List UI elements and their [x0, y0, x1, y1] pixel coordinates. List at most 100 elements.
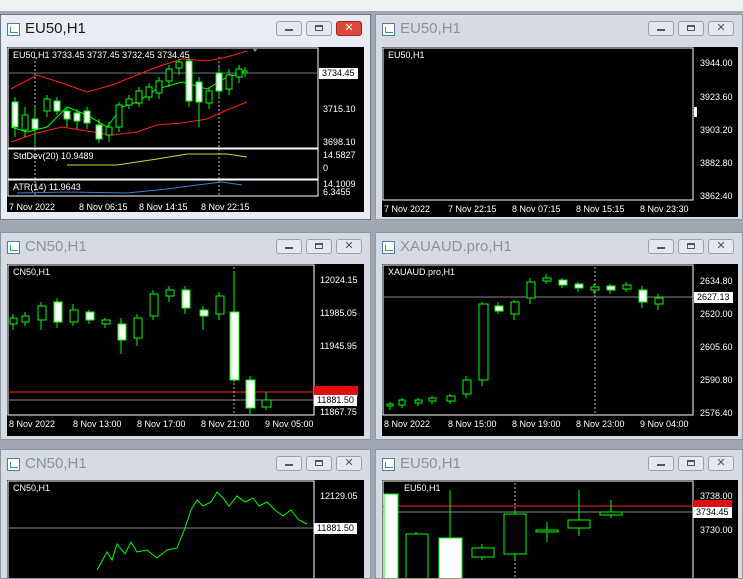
chart-window-eu50-3[interactable]: EU50,H1 ✕ EU50,H1 3738.00 0000.00 3734.4…: [375, 449, 743, 579]
window-titlebar[interactable]: XAUAUD.pro,H1 ✕: [376, 233, 742, 263]
price-label: 2634.80: [700, 276, 733, 286]
atr-label: ATR(14) 11.9643: [13, 182, 81, 192]
maximize-icon[interactable]: [678, 21, 704, 36]
chart-area[interactable]: XAUAUD.pro,H1 2634.80 2627.13 2620.00 26…: [382, 264, 738, 436]
price-label: 2620.00: [700, 309, 733, 319]
window-titlebar[interactable]: EU50,H1 ✕: [376, 15, 742, 45]
chart-window-icon: [382, 23, 395, 36]
close-icon[interactable]: ✕: [708, 21, 734, 36]
current-price-tag: 11881.50: [314, 395, 357, 406]
chart-area[interactable]: EU50,H1 3738.00 0000.00 3734.45 3730.00: [382, 480, 738, 578]
top-toolbar-strip: [0, 0, 743, 12]
close-icon[interactable]: ✕: [336, 239, 362, 254]
stddev-scale-min: 0: [323, 163, 329, 173]
chart-area[interactable]: EU50,H1 3733.45 3737.45 3732.45 3734.45 …: [7, 47, 364, 212]
price-label: 11945.95: [320, 341, 357, 351]
time-label: 8 Nov 17:00: [137, 419, 186, 429]
maximize-icon[interactable]: [306, 456, 332, 471]
price-label: 3698.10: [323, 137, 356, 147]
window-title: CN50,H1: [25, 238, 87, 255]
price-plot: [7, 480, 315, 578]
maximize-icon[interactable]: [306, 239, 332, 254]
chart-window-icon: [382, 458, 395, 471]
chart-window-xauaud[interactable]: XAUAUD.pro,H1 ✕ XAUAUD.pro,H1 2634.80 26…: [375, 232, 743, 440]
chart-area[interactable]: CN50,H1 12129.05 11881.50: [7, 480, 364, 578]
price-label: 3715.10: [323, 104, 356, 114]
close-icon[interactable]: ✕: [708, 456, 734, 471]
symbol-label: XAUAUD.pro,H1: [388, 267, 456, 277]
price-label: 3730.00: [700, 525, 733, 535]
price-label: 12129.05: [320, 491, 358, 501]
price-label: 3882.80: [700, 158, 733, 168]
time-label: 8 Nov 15:00: [448, 419, 497, 429]
price-label: 3923.60: [700, 92, 733, 102]
time-label: 8 Nov 14:15: [139, 202, 188, 212]
price-label: 3944.00: [700, 58, 733, 68]
time-label: 8 Nov 2022: [384, 419, 431, 429]
chart-area[interactable]: CN50,H1 12024.15 11985.05 11945.95 00000…: [7, 264, 364, 436]
symbol-label: EU50,H1: [388, 50, 425, 60]
maximize-icon[interactable]: [306, 21, 332, 36]
time-label: 8 Nov 2022: [9, 419, 56, 429]
current-price-tag: 2627.13: [694, 292, 733, 303]
atr-scale-min: 6.3455: [323, 187, 351, 197]
window-titlebar[interactable]: EU50,H1 ✕: [1, 15, 370, 45]
chart-window-cn50-1[interactable]: CN50,H1 ✕ CN50,H1 12024.15 11985.05 1194…: [0, 232, 371, 440]
minimize-icon[interactable]: [648, 239, 674, 254]
minimize-icon[interactable]: [276, 21, 302, 36]
price-label: 2576.40: [700, 408, 733, 418]
time-label: 9 Nov 04:00: [640, 419, 689, 429]
window-title: EU50,H1: [400, 20, 461, 37]
price-label: 2590.80: [700, 375, 733, 385]
symbol-ohlc-label: EU50,H1 3733.45 3737.45 3732.45 3734.45: [13, 50, 190, 60]
time-label: 8 Nov 13:00: [73, 419, 122, 429]
chart-area[interactable]: EU50,H1 3944.00 3923.60 3903.20 3882.80 …: [382, 47, 738, 217]
time-label: 8 Nov 23:00: [576, 419, 625, 429]
time-label: 8 Nov 06:15: [79, 202, 128, 212]
price-plot: [7, 264, 315, 416]
price-plot: [382, 47, 697, 201]
price-plot: [382, 264, 694, 416]
current-price-tag: 3734.45: [693, 507, 732, 518]
symbol-label: CN50,H1: [13, 267, 51, 277]
time-label: 8 Nov 15:15: [576, 204, 625, 214]
close-icon[interactable]: ✕: [336, 456, 362, 471]
time-label: 8 Nov 19:00: [512, 419, 561, 429]
time-label: 7 Nov 22:15: [448, 204, 497, 214]
minimize-icon[interactable]: [276, 239, 302, 254]
chart-window-icon: [7, 458, 20, 471]
window-title: CN50,H1: [25, 455, 87, 472]
chart-window-icon: [7, 241, 20, 254]
price-label: 11867.75: [320, 407, 357, 417]
time-label: 8 Nov 23:30: [640, 204, 689, 214]
window-titlebar[interactable]: CN50,H1 ✕: [1, 233, 370, 263]
close-icon[interactable]: ✕: [708, 239, 734, 254]
stddev-scale-max: 14.5827: [323, 150, 356, 160]
time-label: 9 Nov 05:00: [265, 419, 314, 429]
chart-window-icon: [7, 23, 20, 36]
maximize-icon[interactable]: [678, 456, 704, 471]
chart-window-cn50-2[interactable]: CN50,H1 ✕ CN50,H1 12129.05 11881.50: [0, 449, 371, 579]
close-icon[interactable]: ✕: [336, 21, 362, 36]
current-price-tag: 3734.45: [319, 68, 358, 79]
chart-window-eu50-1[interactable]: EU50,H1 ✕ EU50,H1 3733.45 3737.45 3732.4…: [0, 14, 371, 220]
price-label: 3862.40: [700, 191, 733, 201]
time-label: 8 Nov 21:00: [201, 419, 250, 429]
chart-window-icon: [382, 241, 395, 254]
price-label: 12024.15: [320, 275, 358, 285]
price-label: 3903.20: [700, 125, 733, 135]
minimize-icon[interactable]: [648, 21, 674, 36]
window-titlebar[interactable]: EU50,H1 ✕: [376, 450, 742, 480]
stddev-label: StdDev(20) 10.9489: [13, 151, 94, 161]
time-label: 8 Nov 07:15: [512, 204, 561, 214]
symbol-label: CN50,H1: [13, 483, 51, 493]
time-label: 7 Nov 2022: [384, 204, 431, 214]
window-title: EU50,H1: [400, 455, 461, 472]
window-titlebar[interactable]: CN50,H1 ✕: [1, 450, 370, 480]
maximize-icon[interactable]: [678, 239, 704, 254]
minimize-icon[interactable]: [648, 456, 674, 471]
chart-window-eu50-2[interactable]: EU50,H1 ✕ EU50,H1 3944.00 3923.60 3903.2…: [375, 14, 743, 220]
price-plot: [382, 480, 694, 578]
symbol-label: EU50,H1: [404, 483, 441, 493]
minimize-icon[interactable]: [276, 456, 302, 471]
